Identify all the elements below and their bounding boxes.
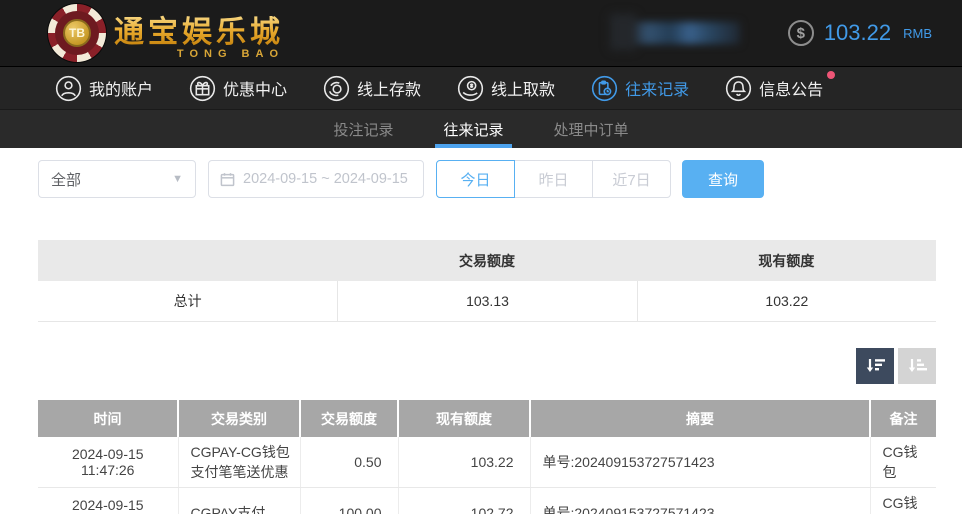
main-nav: 我的账户 优惠中心 线上存款 线上取款 往来记录 (0, 66, 962, 110)
top-bar: TB 通宝娱乐城 TONG BAO $ 103.22 RMB (0, 0, 962, 66)
summary-header-empty (38, 240, 337, 281)
summary-transaction-value: 103.13 (337, 281, 636, 321)
type-select[interactable]: 全部 ▼ (38, 160, 196, 198)
cell-type: CGPAY支付 (178, 488, 300, 514)
summary-total-row: 总计 103.13 103.22 (38, 281, 936, 322)
cell-amount: 0.50 (300, 437, 398, 488)
balance-currency: RMB (903, 26, 932, 41)
nav-label: 往来记录 (625, 76, 689, 100)
cell-time: 2024-09-15 11:47:26 (38, 488, 178, 514)
quick-range-yesterday[interactable]: 昨日 (514, 160, 593, 198)
nav-label: 线上存款 (357, 76, 421, 100)
date-range-value: 2024-09-15 ~ 2024-09-15 (243, 171, 408, 187)
calendar-icon (220, 172, 235, 187)
chip-tb-label: TB (63, 19, 91, 47)
sort-controls (0, 348, 936, 384)
header-time: 时间 (38, 400, 178, 437)
cell-type: CGPAY-CG钱包支付笔笔送优惠 (178, 437, 300, 488)
brand-name-en: TONG BAO (114, 48, 284, 60)
poker-chip-icon: TB (48, 4, 106, 62)
brand-name-cn: 通宝娱乐城 (114, 7, 284, 51)
tab-processing-orders[interactable]: 处理中订单 (546, 110, 637, 148)
summary-table: 交易额度 现有额度 总计 103.13 103.22 (38, 240, 936, 322)
cell-time: 2024-09-15 11:47:26 (38, 437, 178, 488)
user-icon (55, 75, 82, 102)
nav-item-transactions[interactable]: 往来记录 (591, 75, 689, 102)
nav-item-deposit[interactable]: 线上存款 (323, 75, 421, 102)
nav-label: 我的账户 (89, 76, 153, 100)
summary-header-row: 交易额度 现有额度 (38, 240, 936, 281)
nav-label: 优惠中心 (223, 76, 287, 100)
header-type: 交易类别 (178, 400, 300, 437)
notification-dot (827, 71, 835, 79)
sort-descending-icon (863, 354, 887, 378)
summary-balance-value: 103.22 (637, 281, 936, 321)
header-note: 备注 (870, 400, 936, 437)
tab-transaction-records[interactable]: 往来记录 (435, 110, 511, 148)
summary-total-label: 总计 (38, 281, 337, 321)
cell-balance: 103.22 (398, 437, 530, 488)
records-table: 时间 交易类别 交易额度 现有额度 摘要 备注 2024-09-15 11:47… (38, 400, 936, 514)
bell-icon (725, 75, 752, 102)
type-select-value: 全部 (51, 169, 81, 190)
nav-label: 信息公告 (759, 76, 823, 100)
brand-logo[interactable]: TB 通宝娱乐城 TONG BAO (48, 4, 284, 62)
records-header-row: 时间 交易类别 交易额度 现有额度 摘要 备注 (38, 400, 936, 437)
header-summary: 摘要 (530, 400, 870, 437)
nav-item-promotions[interactable]: 优惠中心 (189, 75, 287, 102)
nav-label: 线上取款 (491, 76, 555, 100)
filter-bar: 全部 ▼ 2024-09-15 ~ 2024-09-15 今日 昨日 近7日 查… (38, 160, 962, 198)
cell-balance: 102.72 (398, 488, 530, 514)
cell-summary: 单号:202409153727571423 (530, 437, 870, 488)
summary-header-transaction: 交易额度 (337, 240, 636, 281)
quick-range-today[interactable]: 今日 (436, 160, 515, 198)
quick-range-group: 今日 昨日 近7日 (436, 160, 671, 198)
nav-item-my-account[interactable]: 我的账户 (55, 75, 153, 102)
balance-display[interactable]: $ 103.22 RMB (788, 20, 932, 46)
cell-note: CG钱包 (870, 437, 936, 488)
gift-icon (189, 75, 216, 102)
records-icon (591, 75, 618, 102)
chevron-down-icon: ▼ (172, 173, 183, 185)
tab-betting-records[interactable]: 投注记录 (325, 110, 401, 148)
date-range-input[interactable]: 2024-09-15 ~ 2024-09-15 (208, 160, 424, 198)
sort-descending-button[interactable] (856, 348, 894, 384)
header-balance: 现有额度 (398, 400, 530, 437)
sort-ascending-icon (905, 354, 929, 378)
username-redacted (628, 22, 740, 44)
quick-range-7days[interactable]: 近7日 (592, 160, 671, 198)
withdraw-icon (457, 75, 484, 102)
dollar-coin-icon: $ (788, 20, 814, 46)
table-row: 2024-09-15 11:47:26 CGPAY-CG钱包支付笔笔送优惠 0.… (38, 437, 936, 488)
cell-amount: 100.00 (300, 488, 398, 514)
cell-note: CG钱包 (870, 488, 936, 514)
nav-item-announcements[interactable]: 信息公告 (725, 75, 823, 102)
sub-nav: 投注记录 往来记录 处理中订单 (0, 110, 962, 148)
sort-ascending-button[interactable] (898, 348, 936, 384)
summary-header-balance: 现有额度 (637, 240, 936, 281)
cell-summary: 单号:202409153727571423 (530, 488, 870, 514)
query-button[interactable]: 查询 (682, 160, 764, 198)
header-amount: 交易额度 (300, 400, 398, 437)
balance-amount: 103.22 (824, 20, 891, 46)
deposit-icon (323, 75, 350, 102)
nav-item-withdraw[interactable]: 线上取款 (457, 75, 555, 102)
table-row: 2024-09-15 11:47:26 CGPAY支付 100.00 102.7… (38, 488, 936, 514)
